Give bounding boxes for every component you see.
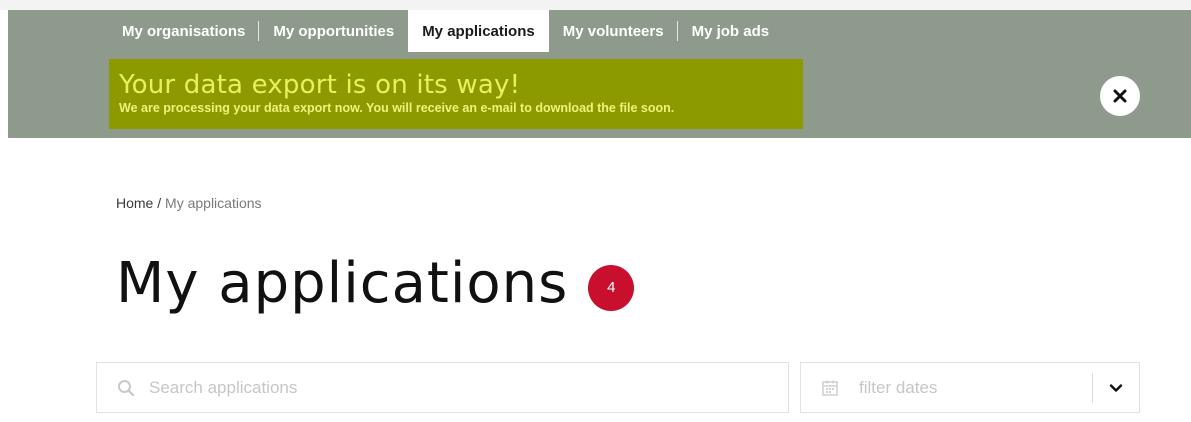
breadcrumb: Home / My applications [116, 195, 262, 211]
date-filter[interactable]: filter dates [800, 362, 1140, 413]
close-notice-button[interactable] [1100, 76, 1140, 116]
search-icon [118, 379, 135, 396]
breadcrumb-separator: / [157, 195, 162, 211]
date-filter-dropdown-button[interactable] [1093, 363, 1139, 412]
notice-title: Your data export is on its way! [119, 70, 521, 100]
tab-bar: My organisations My opportunities My app… [108, 10, 783, 52]
application-count-badge: 4 [588, 265, 635, 311]
breadcrumb-current: My applications [165, 195, 262, 211]
calendar-icon [822, 380, 838, 396]
header-banner: My organisations My opportunities My app… [8, 10, 1191, 138]
close-icon [1113, 89, 1127, 103]
date-filter-placeholder: filter dates [859, 377, 938, 397]
breadcrumb-home[interactable]: Home [116, 195, 153, 211]
search-input[interactable] [149, 377, 709, 398]
tab-my-volunteers[interactable]: My volunteers [549, 10, 678, 52]
notice-body: We are processing your data export now. … [119, 101, 675, 115]
top-strip [0, 0, 1191, 10]
tab-my-applications[interactable]: My applications [408, 10, 549, 52]
tab-my-opportunities[interactable]: My opportunities [259, 10, 408, 52]
page-title: My applications [116, 251, 569, 316]
export-notice: Your data export is on its way! We are p… [109, 59, 803, 129]
page-title-row: My applications 4 [116, 248, 635, 320]
chevron-down-icon [1109, 383, 1123, 392]
tab-my-job-ads[interactable]: My job ads [678, 10, 784, 52]
tab-my-organisations[interactable]: My organisations [108, 10, 260, 52]
search-box [96, 362, 789, 413]
